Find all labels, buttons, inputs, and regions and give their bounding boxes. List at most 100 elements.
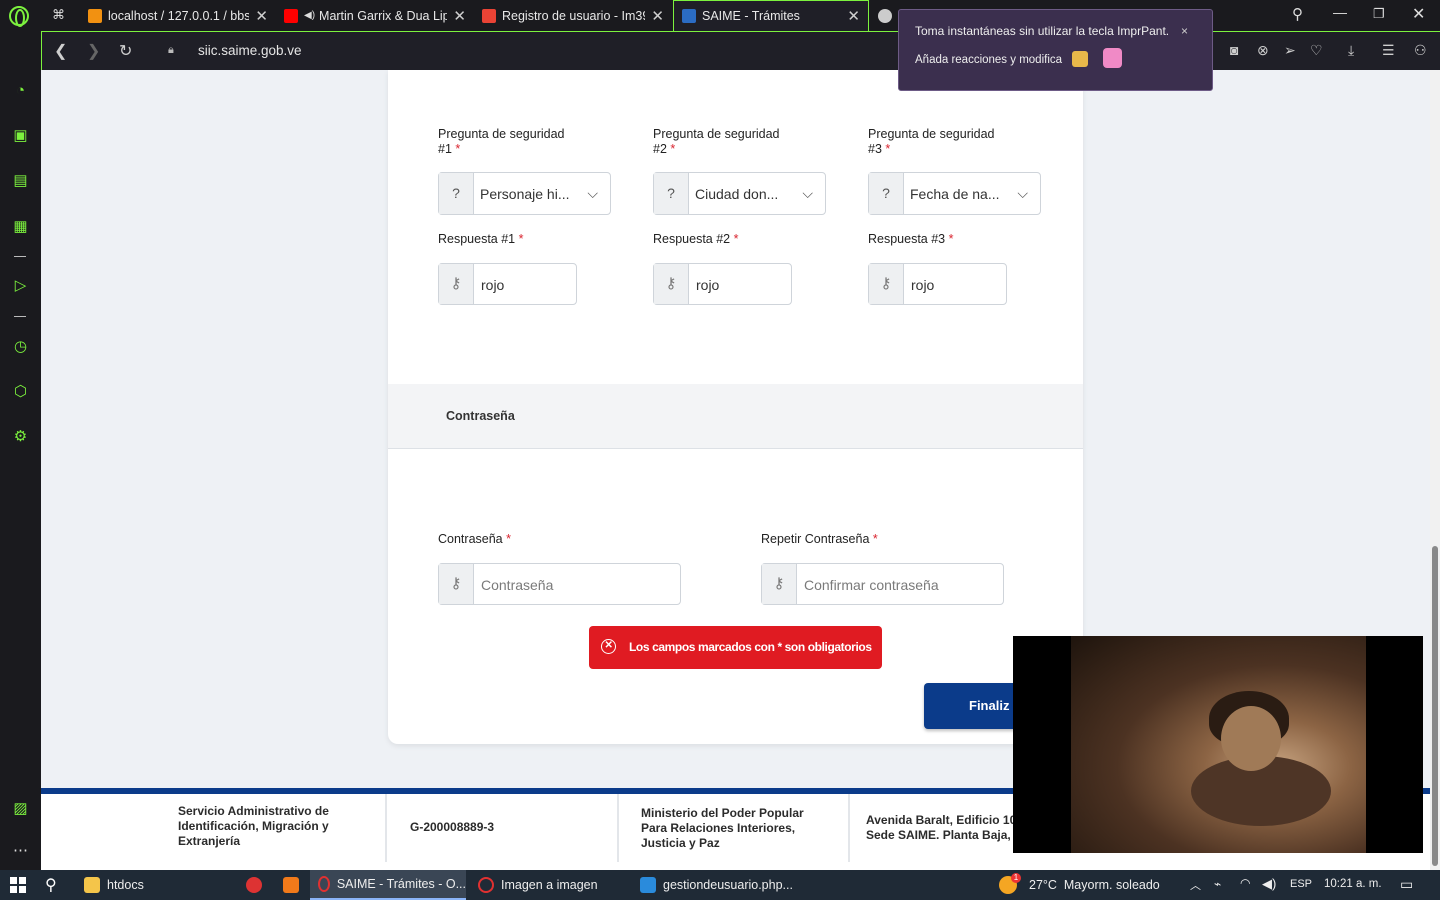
notifications-icon[interactable]: ▭ xyxy=(1400,876,1413,893)
taskbar-item-htdocs[interactable]: htdocs xyxy=(82,870,222,900)
browser-sidebar: ◔ ▣ ▤ ▦ ▷ ◷ ⬡ ⚙ ▨ ⋯ xyxy=(0,31,41,870)
confirm-password-input[interactable]: ⚷ Confirmar contraseña xyxy=(761,563,1004,605)
gamepad-icon[interactable]: ⌘ xyxy=(52,7,65,23)
reload-icon[interactable]: ↻ xyxy=(119,41,132,61)
wifi-icon[interactable]: ◠ xyxy=(1240,876,1250,890)
scrollbar-thumb[interactable] xyxy=(1432,546,1438,866)
password-label: Contraseña * xyxy=(438,532,511,546)
tab-title: Registro de usuario - Im39 xyxy=(502,8,646,23)
phpmyadmin-icon xyxy=(88,8,102,23)
answer-2-label: Respuesta #2 * xyxy=(653,232,739,246)
question-icon: ? xyxy=(869,173,904,214)
answer-3-input[interactable]: ⚷ rojo xyxy=(868,263,1007,305)
back-icon[interactable]: ❮ xyxy=(54,41,67,61)
forward-icon[interactable]: ❯ xyxy=(87,41,100,61)
tab-youtube[interactable]: ◀) Martin Garrix & Dua Lip ✕ xyxy=(276,0,474,31)
key-icon: ⚷ xyxy=(654,264,689,304)
profile-icon[interactable]: ⚇ xyxy=(1414,42,1427,59)
restore-icon[interactable]: ❐ xyxy=(1373,6,1385,22)
question-2-value: Ciudad don... xyxy=(695,186,779,202)
gmail-icon xyxy=(482,8,496,23)
footer-divider xyxy=(848,794,850,862)
question-1-label: Pregunta de seguridad #1 * xyxy=(438,127,565,156)
opera-logo-icon[interactable] xyxy=(9,6,29,27)
taskbar-item-vscode[interactable]: gestiondeusuario.php... xyxy=(634,870,794,900)
saime-icon xyxy=(682,9,696,23)
url-field[interactable]: siic.saime.gob.ve xyxy=(198,43,302,58)
snapshot-notification: Toma instantáneas sin utilizar la tecla … xyxy=(898,9,1213,91)
search-icon[interactable]: ⚲ xyxy=(45,875,57,895)
send-icon[interactable]: ➢ xyxy=(1284,42,1296,59)
adblock-icon[interactable]: ⊗ xyxy=(1257,42,1269,59)
volume-icon[interactable]: ◀) xyxy=(1262,876,1276,892)
address-bar: ❮ ❯ ↻ 🔒︎ siic.saime.gob.ve ◙ ⊗ ➢ ♡ ⤓ ☰ ⚇ xyxy=(41,31,1440,70)
footer-ministry: Ministerio del Poder Popular Para Relaci… xyxy=(641,806,804,850)
question-3-value: Fecha de na... xyxy=(910,186,1000,202)
box-icon[interactable]: ⬡ xyxy=(11,382,30,401)
windows-start-icon[interactable] xyxy=(10,877,26,893)
extensions-icon[interactable]: ▦ xyxy=(11,217,30,236)
close-icon[interactable]: ✕ xyxy=(255,7,268,25)
snapshot-icon[interactable]: ◙ xyxy=(1230,42,1238,58)
minimize-icon[interactable]: — xyxy=(1333,4,1347,20)
close-window-icon[interactable]: ✕ xyxy=(1412,4,1425,24)
close-icon[interactable]: ✕ xyxy=(453,7,466,25)
tab-title: localhost / 127.0.0.1 / bbs1 xyxy=(108,8,250,23)
easy-setup-icon[interactable]: ☰ xyxy=(1382,42,1395,59)
history-icon[interactable]: ◷ xyxy=(11,337,30,356)
speaker-icon[interactable]: ◀) xyxy=(304,10,315,21)
answer-1-label: Respuesta #1 * xyxy=(438,232,524,246)
app-icon[interactable] xyxy=(246,877,262,893)
answer-2-input[interactable]: ⚷ rojo xyxy=(653,263,792,305)
close-icon[interactable]: × xyxy=(1181,24,1188,38)
chevron-up-icon[interactable]: ︿ xyxy=(1190,877,1201,893)
video-popout[interactable] xyxy=(1013,636,1423,853)
gallery-icon[interactable]: ▨ xyxy=(11,799,30,818)
speed-dial-icon[interactable]: ◔ xyxy=(11,81,30,100)
twitch-icon[interactable]: ▤ xyxy=(11,171,30,190)
cat-sticker-icon xyxy=(1103,48,1122,68)
footer-divider xyxy=(617,794,619,862)
form-card: Pregunta de seguridad #1 * ? Personaje h… xyxy=(388,70,1084,744)
tab-phpmyadmin[interactable]: localhost / 127.0.0.1 / bbs1 ✕ xyxy=(80,0,276,31)
answer-1-input[interactable]: ⚷ rojo xyxy=(438,263,577,305)
download-icon[interactable]: ⤓ xyxy=(1348,42,1354,59)
opera-icon xyxy=(318,876,330,892)
confirm-password-label: Repetir Contraseña * xyxy=(761,532,878,546)
player-icon[interactable]: ▷ xyxy=(11,276,30,295)
close-icon[interactable]: ✕ xyxy=(847,7,860,25)
tab-saime[interactable]: SAIME - Trámites ✕ xyxy=(673,0,869,31)
video-figure xyxy=(1221,706,1281,771)
chevron-down-icon: ⌵ xyxy=(1017,185,1028,201)
workspace-icon[interactable]: ▣ xyxy=(11,126,30,145)
question-3-select[interactable]: ? Fecha de na... ⌵ xyxy=(868,172,1041,215)
footer-divider xyxy=(385,794,387,862)
network-icon[interactable]: ⌁ xyxy=(1214,877,1221,891)
language-indicator[interactable]: ESP xyxy=(1290,878,1312,890)
sidebar-separator xyxy=(14,256,26,257)
heart-icon[interactable]: ♡ xyxy=(1310,42,1323,59)
globe-icon xyxy=(878,8,892,23)
xampp-icon[interactable] xyxy=(283,877,299,893)
opera-icon xyxy=(478,877,494,893)
more-icon[interactable]: ⋯ xyxy=(11,841,30,860)
question-2-select[interactable]: ? Ciudad don... ⌵ xyxy=(653,172,826,215)
tab-title: SAIME - Trámites xyxy=(702,9,800,23)
tab-gmail[interactable]: Registro de usuario - Im39 ✕ xyxy=(474,0,672,31)
clock[interactable]: 10:21 a. m. xyxy=(1324,878,1382,890)
taskbar-item-imagen[interactable]: Imagen a imagen xyxy=(472,870,628,900)
footer-rif: G-200008889-3 xyxy=(410,820,495,834)
settings-icon[interactable]: ⚙ xyxy=(11,427,30,446)
key-icon: ⚷ xyxy=(439,564,474,604)
tab-title: Martin Garrix & Dua Lip xyxy=(319,8,448,23)
password-input[interactable]: ⚷ Contraseña xyxy=(438,563,681,605)
search-icon[interactable]: ⚲ xyxy=(1292,5,1303,23)
video-frame xyxy=(1071,636,1366,853)
section-title: Contraseña xyxy=(446,409,515,423)
question-1-select[interactable]: ? Personaje hi... ⌵ xyxy=(438,172,611,215)
page-scrollbar[interactable] xyxy=(1430,70,1440,870)
taskbar-item-saime[interactable]: SAIME - Trámites - O... xyxy=(310,870,466,900)
answer-3-label: Respuesta #3 * xyxy=(868,232,954,246)
close-icon[interactable]: ✕ xyxy=(651,7,664,25)
weather-text[interactable]: 27°C Mayorm. soleado xyxy=(1029,878,1160,892)
